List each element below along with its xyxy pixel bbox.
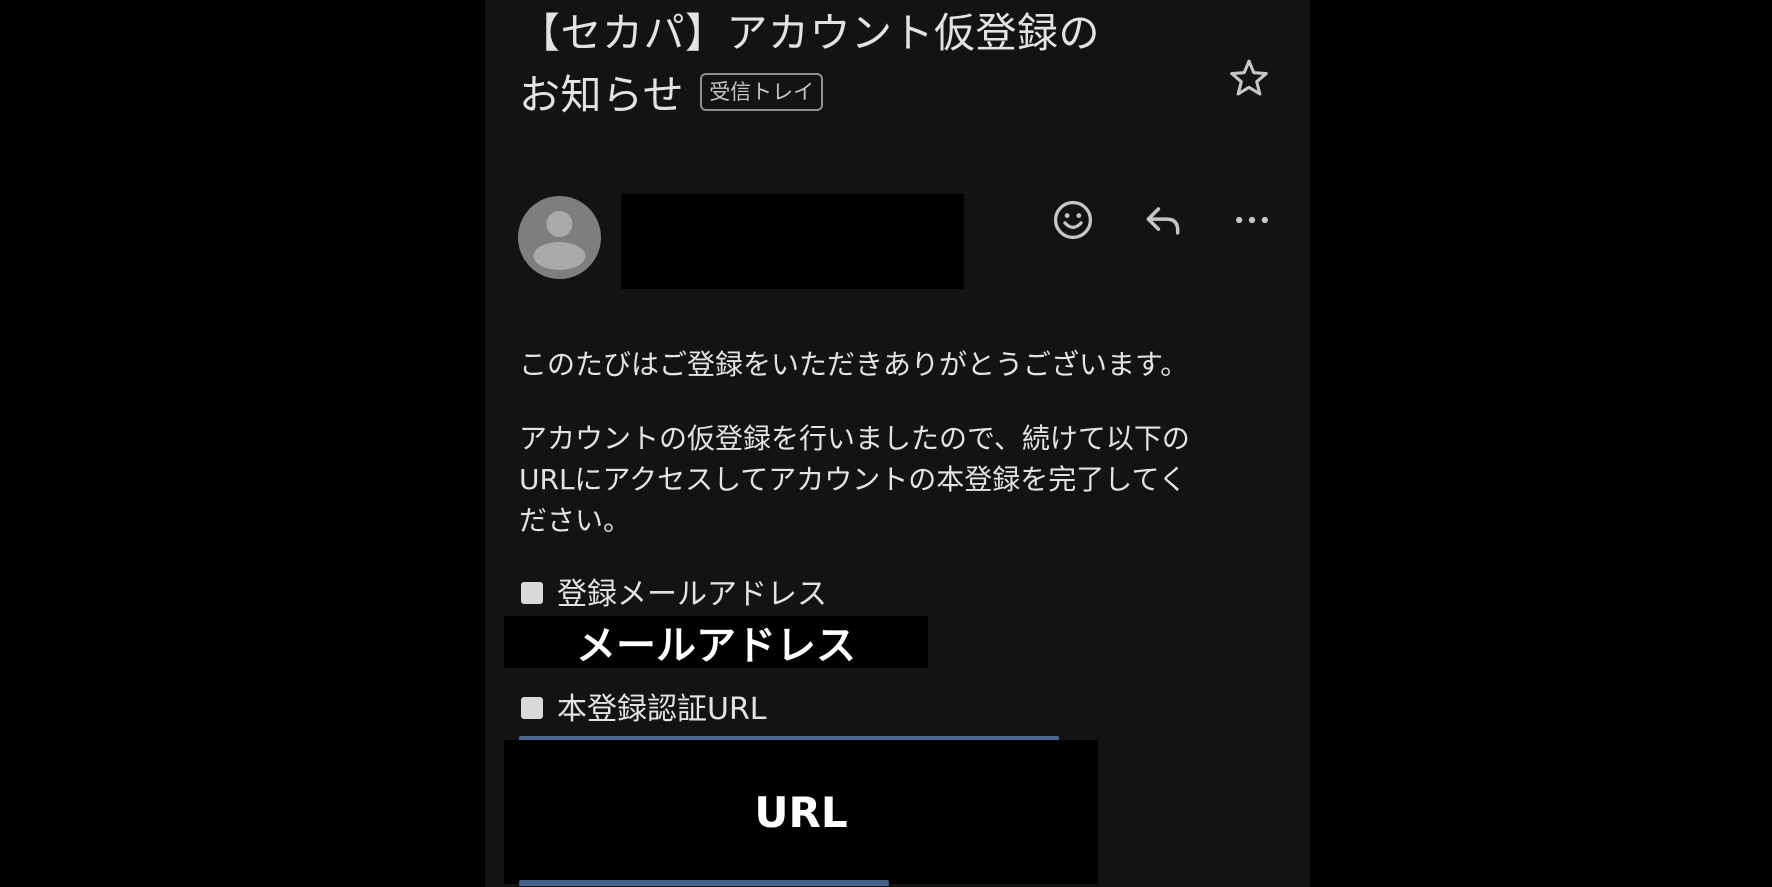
instruction-line-1: アカウントの仮登録を行いましたので、続けて以下の [519,422,1190,455]
body-paragraph-instructions: アカウントの仮登録を行いましたので、続けて以下の URLにアクセスしてアカウント… [519,418,1299,541]
registered-email-label: 登録メールアドレス [557,577,827,612]
subject-line-2-wrap: お知らせ 受信トレイ [519,64,1169,126]
subject-line-1: 【セカパ】アカウント仮登録の [519,9,1100,57]
more-options-icon[interactable] [1230,198,1274,242]
body-paragraph-thanks: このたびはご登録をいただきありがとうございます。 [519,348,1189,381]
person-placeholder-icon [533,211,586,270]
emoji-reaction-icon[interactable] [1051,198,1095,242]
subject-line-2: お知らせ [519,71,685,119]
sender-avatar[interactable] [518,196,601,279]
reply-icon[interactable] [1141,198,1185,242]
auth-url-label-row: 本登録認証URL [521,690,767,730]
screen: 【セカパ】アカウント仮登録の お知らせ 受信トレイ このたびはご登録をいただきあ… [0,0,1772,887]
auth-url-label: 本登録認証URL [557,692,767,727]
square-bullet-icon [521,581,543,604]
instruction-line-3: ださい。 [519,504,632,537]
star-icon[interactable] [1227,56,1271,100]
auth-url-link-bottom-edge[interactable] [519,880,889,886]
instruction-line-2: URLにアクセスしてアカウントの本登録を完了してく [519,463,1187,496]
inbox-label-badge[interactable]: 受信トレイ [700,73,824,111]
email-view: 【セカパ】アカウント仮登録の お知らせ 受信トレイ このたびはご登録をいただきあ… [485,0,1310,887]
email-address-redacted: メールアドレス [504,616,928,669]
sender-name-redacted [621,194,964,289]
email-subject: 【セカパ】アカウント仮登録の お知らせ 受信トレイ [519,2,1169,126]
square-bullet-icon [521,696,543,719]
auth-url-redacted[interactable]: URL [504,740,1098,884]
registered-email-label-row: 登録メールアドレス [521,575,827,615]
